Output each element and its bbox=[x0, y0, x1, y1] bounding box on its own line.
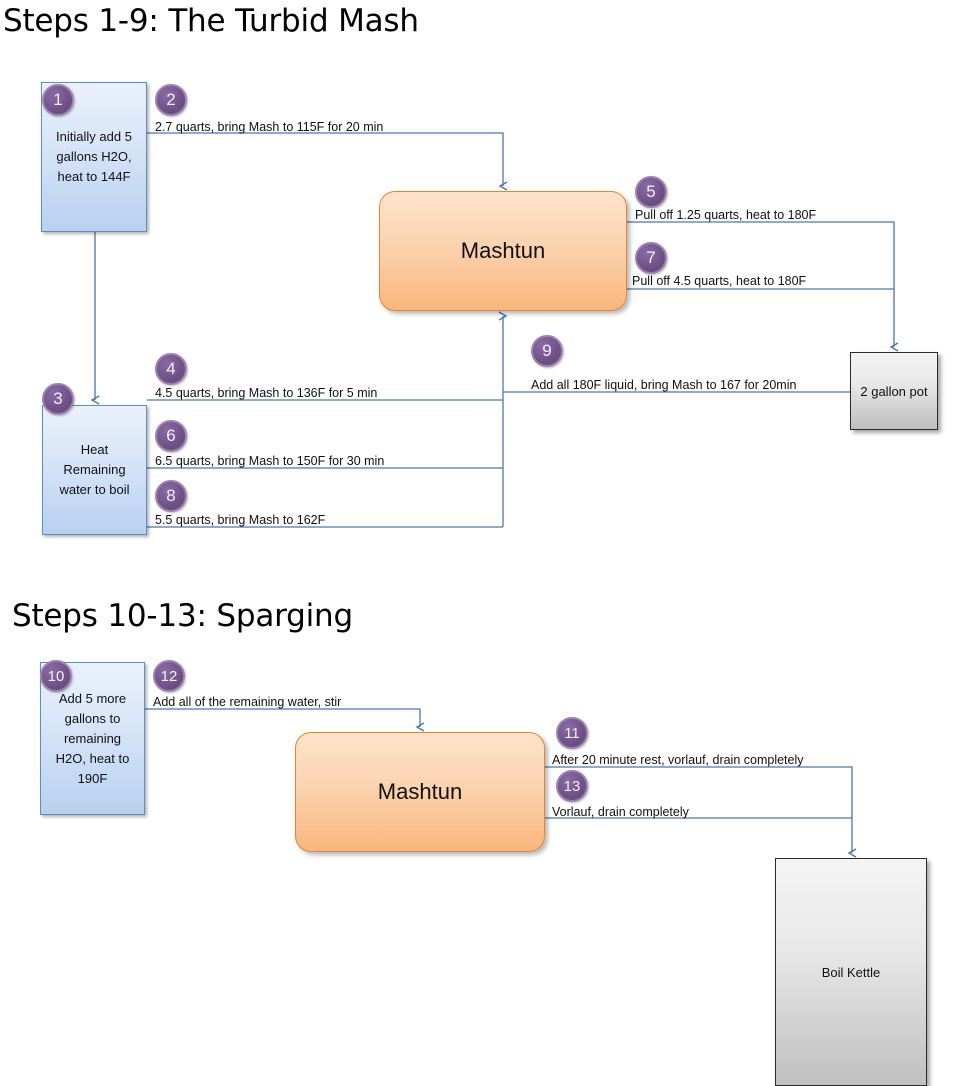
node-heat-remaining-water-box[interactable]: Heat Remaining water to boil bbox=[42, 405, 147, 535]
connector-label-step-2: 2.7 quarts, bring Mash to 115F for 20 mi… bbox=[155, 120, 384, 134]
connector-label-step-7: Pull off 4.5 quarts, heat to 180F bbox=[632, 274, 807, 288]
connector-label-step-9: Add all 180F liquid, bring Mash to 167 f… bbox=[531, 378, 797, 392]
step-badge-5[interactable]: 5 bbox=[635, 176, 667, 208]
connector-label-step-6: 6.5 quarts, bring Mash to 150F for 30 mi… bbox=[155, 454, 385, 468]
wire-step-12 bbox=[145, 708, 425, 732]
connector-label-step-5: Pull off 1.25 quarts, heat to 180F bbox=[635, 208, 817, 222]
section-title-sparging: Steps 10-13: Sparging bbox=[12, 598, 353, 634]
connector-label-step-11: After 20 minute rest, vorlauf, drain com… bbox=[552, 753, 804, 767]
step-badge-7[interactable]: 7 bbox=[635, 242, 667, 274]
step-badge-2[interactable]: 2 bbox=[155, 84, 187, 116]
wire-step-2 bbox=[147, 132, 508, 191]
node-two-gallon-pot[interactable]: 2 gallon pot bbox=[850, 352, 938, 430]
step-badge-12[interactable]: 12 bbox=[153, 660, 185, 692]
step-badge-6[interactable]: 6 bbox=[155, 420, 187, 452]
section-title-turbid-mash: Steps 1-9: The Turbid Mash bbox=[3, 3, 419, 39]
connector-label-step-13: Vorlauf, drain completely bbox=[552, 805, 689, 819]
connector-label-step-12: Add all of the remaining water, stir bbox=[153, 695, 342, 709]
step-badge-11[interactable]: 11 bbox=[556, 717, 588, 749]
connector-label-step-8: 5.5 quarts, bring Mash to 162F bbox=[155, 513, 326, 527]
step-badge-3[interactable]: 3 bbox=[42, 383, 74, 415]
diagram-canvas: Steps 1-9: The Turbid Mash Steps 10-13: … bbox=[0, 0, 960, 1086]
node-mashtun-top[interactable]: Mashtun bbox=[379, 191, 627, 311]
step-badge-1[interactable]: 1 bbox=[42, 84, 74, 116]
step-badge-8[interactable]: 8 bbox=[155, 480, 187, 512]
step-badge-9[interactable]: 9 bbox=[531, 335, 563, 367]
node-boil-kettle[interactable]: Boil Kettle bbox=[775, 858, 927, 1086]
connector-label-step-4: 4.5 quarts, bring Mash to 136F for 5 min bbox=[155, 386, 378, 400]
step-badge-4[interactable]: 4 bbox=[155, 353, 187, 385]
step-badge-10[interactable]: 10 bbox=[40, 660, 72, 692]
step-badge-13[interactable]: 13 bbox=[556, 770, 588, 802]
node-mashtun-bottom[interactable]: Mashtun bbox=[295, 732, 545, 852]
